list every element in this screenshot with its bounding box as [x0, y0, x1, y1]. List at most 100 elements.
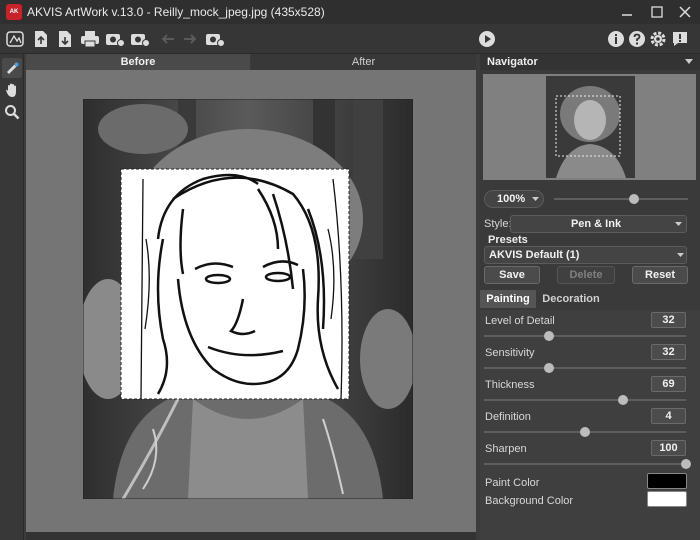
param-value-input[interactable]: 100 [651, 440, 686, 456]
photo-artwork [83, 99, 413, 499]
preset-value: AKVIS Default (1) [489, 249, 580, 261]
tools-panel [0, 54, 24, 540]
close-button[interactable] [670, 0, 700, 24]
title-bar: AK AKVIS ArtWork v.13.0 - Reilly_mock_jp… [0, 0, 700, 24]
close-icon [679, 6, 691, 18]
param-label: Level of Detail [485, 315, 555, 327]
tab-decoration[interactable]: Decoration [538, 290, 604, 308]
chevron-down-icon[interactable] [685, 59, 693, 65]
play-icon [479, 31, 495, 47]
reset-preset-button[interactable]: Reset [632, 266, 688, 284]
undo-arrow-icon [161, 34, 174, 44]
navigator-photo [546, 76, 635, 178]
slider-thumb[interactable] [681, 459, 691, 469]
navigator-thumbnail [546, 76, 635, 178]
zoom-slider[interactable] [554, 194, 688, 204]
param-label: Definition [485, 411, 531, 423]
brush-icon [7, 62, 19, 74]
tab-painting[interactable]: Painting [480, 290, 536, 308]
preset-select[interactable]: AKVIS Default (1) [484, 246, 687, 264]
image-canvas[interactable] [26, 70, 476, 532]
param-slider[interactable] [484, 427, 686, 437]
param-thickness: Thickness 69 [480, 376, 700, 408]
window-title: AKVIS ArtWork v.13.0 - Reilly_mock_jpeg.… [27, 5, 325, 19]
save-file-button[interactable] [54, 28, 76, 50]
notifications-button[interactable] [669, 28, 691, 50]
param-label: Thickness [485, 379, 535, 391]
param-definition: Definition 4 [480, 408, 700, 440]
horizontal-scrollbar[interactable] [26, 532, 476, 540]
camera-gear-icon [106, 34, 125, 47]
zoom-value: 100% [497, 193, 526, 205]
batch-button[interactable] [104, 28, 126, 50]
maximize-button[interactable] [642, 0, 672, 24]
settings-panel: Navigator 100% Style: Pen & Ink Presets … [480, 54, 700, 540]
toolbar [0, 24, 700, 54]
slider-thumb[interactable] [580, 427, 590, 437]
hand-icon [6, 83, 16, 97]
minimize-button[interactable] [612, 0, 642, 24]
style-value: Pen & Ink [570, 218, 622, 230]
settings-export-button[interactable] [129, 28, 151, 50]
param-sharpen: Sharpen 100 [480, 440, 700, 472]
param-level-of-detail: Level of Detail 32 [480, 312, 700, 344]
open-button[interactable] [30, 28, 52, 50]
save-preset-button[interactable]: Save [484, 266, 540, 284]
slider-thumb[interactable] [618, 395, 629, 405]
param-label: Sharpen [485, 443, 527, 455]
chevron-down-icon [677, 253, 684, 257]
delete-preset-button[interactable]: Delete [557, 266, 615, 284]
info-icon [608, 31, 624, 47]
camera-settings-icon [131, 34, 150, 47]
print-icon [81, 31, 99, 48]
param-slider[interactable] [484, 395, 686, 405]
param-value-input[interactable]: 32 [651, 312, 686, 328]
chevron-down-icon [532, 197, 539, 201]
help-icon [629, 31, 645, 47]
redo-button[interactable] [179, 28, 201, 50]
zoom-tool-button[interactable] [2, 102, 22, 122]
param-sensitivity: Sensitivity 32 [480, 344, 700, 376]
brush-tool-button[interactable] [2, 58, 22, 78]
paint-color-label: Paint Color [485, 477, 540, 489]
home-button[interactable] [4, 28, 26, 50]
chevron-down-icon [675, 222, 682, 226]
param-value-input[interactable]: 4 [651, 408, 686, 424]
save-file-icon [59, 31, 71, 47]
tab-before[interactable]: Before [26, 54, 250, 70]
tab-after[interactable]: After [251, 54, 476, 70]
camera-preferences-icon [206, 34, 225, 47]
param-slider[interactable] [484, 459, 691, 469]
param-slider[interactable] [484, 331, 686, 341]
notification-icon [673, 32, 687, 46]
presets-label: Presets [488, 234, 528, 246]
gear-icon [650, 31, 666, 47]
zoom-slider-thumb[interactable] [629, 194, 640, 204]
print-button[interactable] [79, 28, 101, 50]
param-label: Sensitivity [485, 347, 535, 359]
paint-color-swatch[interactable] [647, 473, 687, 489]
background-color-swatch[interactable] [647, 491, 687, 507]
style-select[interactable]: Pen & Ink [510, 215, 687, 233]
app-logo-icon: AK [6, 4, 22, 20]
photo-image [83, 99, 413, 499]
zoom-select[interactable]: 100% [484, 190, 544, 208]
magnifier-icon [5, 105, 20, 120]
undo-button[interactable] [157, 28, 179, 50]
run-button[interactable] [476, 28, 498, 50]
open-file-icon [35, 31, 47, 47]
navigator-title: Navigator [487, 56, 538, 68]
about-button[interactable] [605, 28, 627, 50]
help-button[interactable] [626, 28, 648, 50]
param-value-input[interactable]: 32 [651, 344, 686, 360]
hand-tool-button[interactable] [2, 80, 22, 100]
view-tabs: Before After [26, 54, 476, 70]
preferences-button[interactable] [647, 28, 669, 50]
painting-parameters: Level of Detail 32 Sensitivity 32 Thickn… [480, 310, 700, 540]
preferences-camera-button[interactable] [204, 28, 226, 50]
param-slider[interactable] [484, 363, 686, 373]
param-value-input[interactable]: 69 [651, 376, 686, 392]
slider-thumb[interactable] [543, 331, 554, 341]
slider-thumb[interactable] [543, 363, 554, 373]
navigator-preview[interactable] [483, 74, 696, 180]
